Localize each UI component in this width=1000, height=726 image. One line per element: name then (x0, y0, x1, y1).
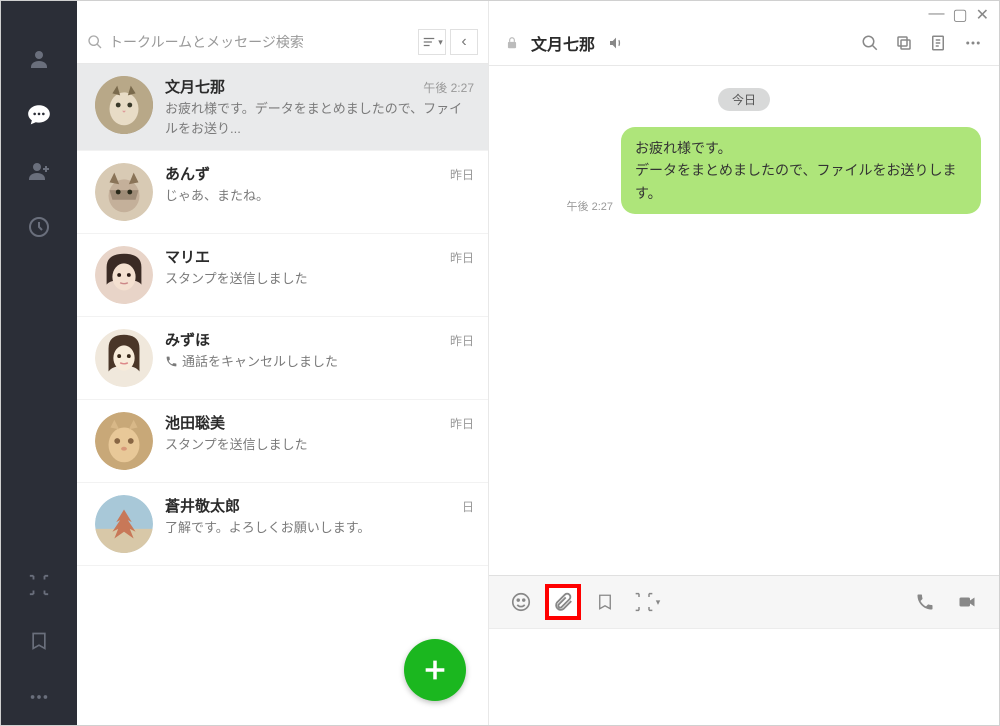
message-time: 午後 2:27 (567, 198, 613, 214)
chat-name: 蒼井敬太郎 (165, 495, 240, 516)
nav-friends[interactable] (1, 31, 77, 87)
nav-more[interactable] (1, 669, 77, 725)
video-call-button[interactable] (949, 584, 985, 620)
chat-preview: スタンプを送信しました (165, 435, 474, 455)
collapse-button[interactable]: ‹ (450, 29, 478, 55)
chat-time: 昨日 (450, 166, 474, 183)
chat-name: あんず (165, 163, 210, 184)
chat-preview: スタンプを送信しました (165, 269, 474, 289)
date-separator: 今日 (718, 88, 770, 111)
conversation-panel: 文月七那 今日 午後 2:27 お疲れ様です。 データをまとめましたので、ファイ… (489, 1, 999, 725)
chat-list-panel: トークルームとメッセージ検索 ▾ ‹ 文月七那 午後 2:27 お疲れ様です。デー… (77, 1, 489, 725)
chat-item[interactable]: マリエ 昨日 スタンプを送信しました (77, 234, 488, 317)
chat-time: 日 (462, 498, 474, 515)
chat-item[interactable]: 池田聡美 昨日 スタンプを送信しました (77, 400, 488, 483)
keep-button[interactable] (587, 584, 623, 620)
messages-area: 今日 午後 2:27 お疲れ様です。 データをまとめましたので、ファイルをお送り… (489, 66, 999, 575)
chat-item[interactable]: あんず 昨日 じゃあ、またね。 (77, 151, 488, 234)
chat-preview: 通話をキャンセルしました (165, 352, 474, 372)
chat-name: マリエ (165, 246, 210, 267)
lock-icon (505, 35, 519, 51)
chat-time: 昨日 (450, 415, 474, 432)
avatar (95, 76, 153, 134)
nav-sidebar (1, 1, 77, 725)
emoji-button[interactable] (503, 584, 539, 620)
avatar (95, 412, 153, 470)
speaker-icon[interactable] (607, 35, 625, 51)
call-button[interactable] (907, 584, 943, 620)
copy-icon[interactable] (895, 34, 913, 52)
chat-preview: じゃあ、またね。 (165, 186, 474, 206)
conversation-title: 文月七那 (531, 31, 595, 55)
minimize-button[interactable]: — (928, 5, 944, 21)
chat-item[interactable]: 文月七那 午後 2:27 お疲れ様です。データをまとめましたので、ファイルをお送り… (77, 64, 488, 151)
nav-add-friend[interactable] (1, 143, 77, 199)
chat-name: みずほ (165, 329, 210, 350)
message-input[interactable] (489, 629, 999, 725)
avatar (95, 329, 153, 387)
message-bubble: お疲れ様です。 データをまとめましたので、ファイルをお送りします。 (621, 127, 981, 214)
nav-timeline[interactable] (1, 199, 77, 255)
chat-name: 文月七那 (165, 76, 225, 97)
chat-preview: 了解です。よろしくお願いします。 (165, 518, 474, 538)
more-icon[interactable] (963, 34, 983, 52)
avatar (95, 163, 153, 221)
close-button[interactable]: ✕ (976, 5, 989, 21)
chat-preview: お疲れ様です。データをまとめましたので、ファイルをお送り... (165, 99, 474, 138)
capture-button[interactable]: ▾ (629, 584, 665, 620)
chat-item[interactable]: みずほ 昨日 通話をキャンセルしました (77, 317, 488, 400)
nav-chats[interactable] (1, 87, 77, 143)
chat-time: 昨日 (450, 332, 474, 349)
search-icon (87, 34, 103, 50)
maximize-button[interactable]: ▢ (952, 5, 967, 21)
attachment-button[interactable] (545, 584, 581, 620)
search-input[interactable]: トークルームとメッセージ検索 (87, 32, 414, 52)
phone-icon (165, 355, 178, 368)
chat-time: 昨日 (450, 249, 474, 266)
avatar (95, 246, 153, 304)
chat-item[interactable]: 蒼井敬太郎 日 了解です。よろしくお願いします。 (77, 483, 488, 566)
avatar (95, 495, 153, 553)
sort-button[interactable]: ▾ (418, 29, 446, 55)
notes-icon[interactable] (929, 34, 947, 52)
search-placeholder: トークルームとメッセージ検索 (109, 32, 304, 52)
conv-search-icon[interactable] (861, 34, 879, 52)
chat-time: 午後 2:27 (423, 79, 474, 96)
nav-keep[interactable] (1, 613, 77, 669)
nav-capture[interactable] (1, 557, 77, 613)
new-chat-button[interactable] (404, 639, 466, 701)
chat-name: 池田聡美 (165, 412, 225, 433)
